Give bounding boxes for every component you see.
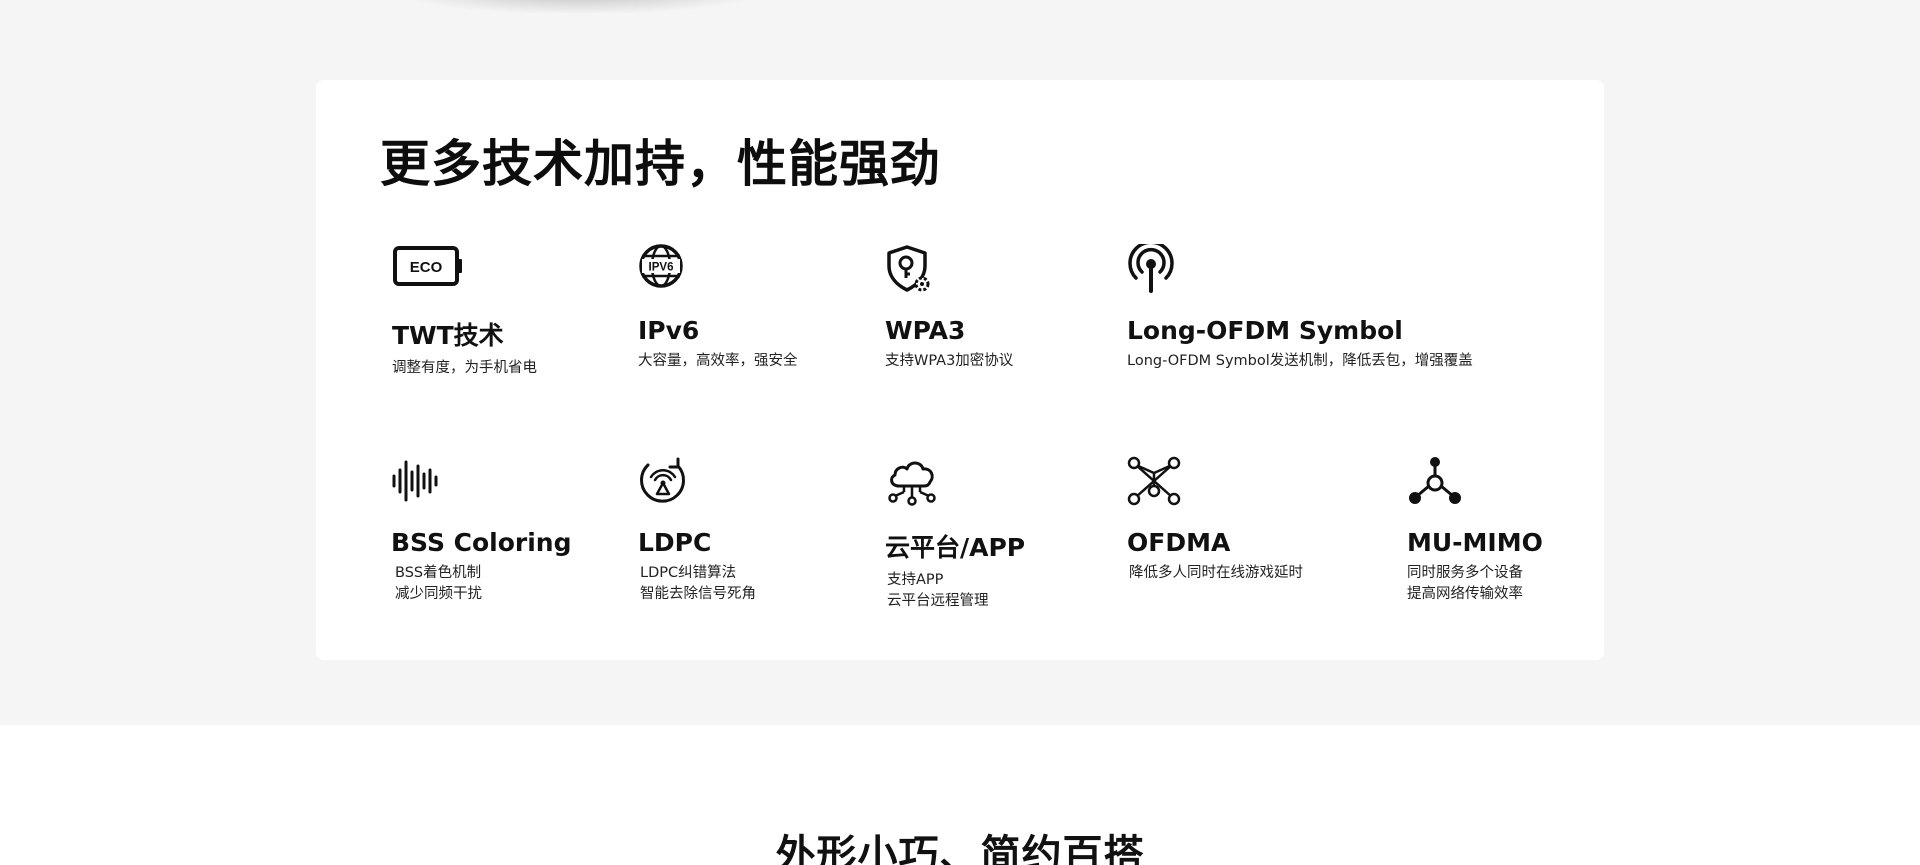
feature-desc: 同时服务多个设备 提高网络传输效率 xyxy=(1407,565,1523,602)
feature-desc: Long-OFDM Symbol发送机制，降低丢包，增强覆盖 xyxy=(1127,353,1473,369)
section-title: 更多技术加持，性能强劲 xyxy=(380,135,941,193)
antenna-signal-icon xyxy=(1127,244,1507,298)
features-card: 更多技术加持，性能强劲 ECO TWT技术 调整有度，为手机省电 IPV6 IP… xyxy=(316,80,1604,660)
svg-text:ECO: ECO xyxy=(410,259,443,276)
feature-mu-mimo: MU-MIMO 同时服务多个设备 提高网络传输效率 xyxy=(1407,456,1587,605)
hub-nodes-icon xyxy=(1407,456,1587,510)
feature-name: Long-OFDM Symbol xyxy=(1127,316,1403,345)
svg-text:IPV6: IPV6 xyxy=(649,262,674,274)
next-section-title: 外形小巧、简约百搭 xyxy=(775,832,1145,865)
feature-long-ofdm: Long-OFDM Symbol Long-OFDM Symbol发送机制，降低… xyxy=(1127,244,1507,372)
feature-name: MU-MIMO xyxy=(1407,528,1543,557)
